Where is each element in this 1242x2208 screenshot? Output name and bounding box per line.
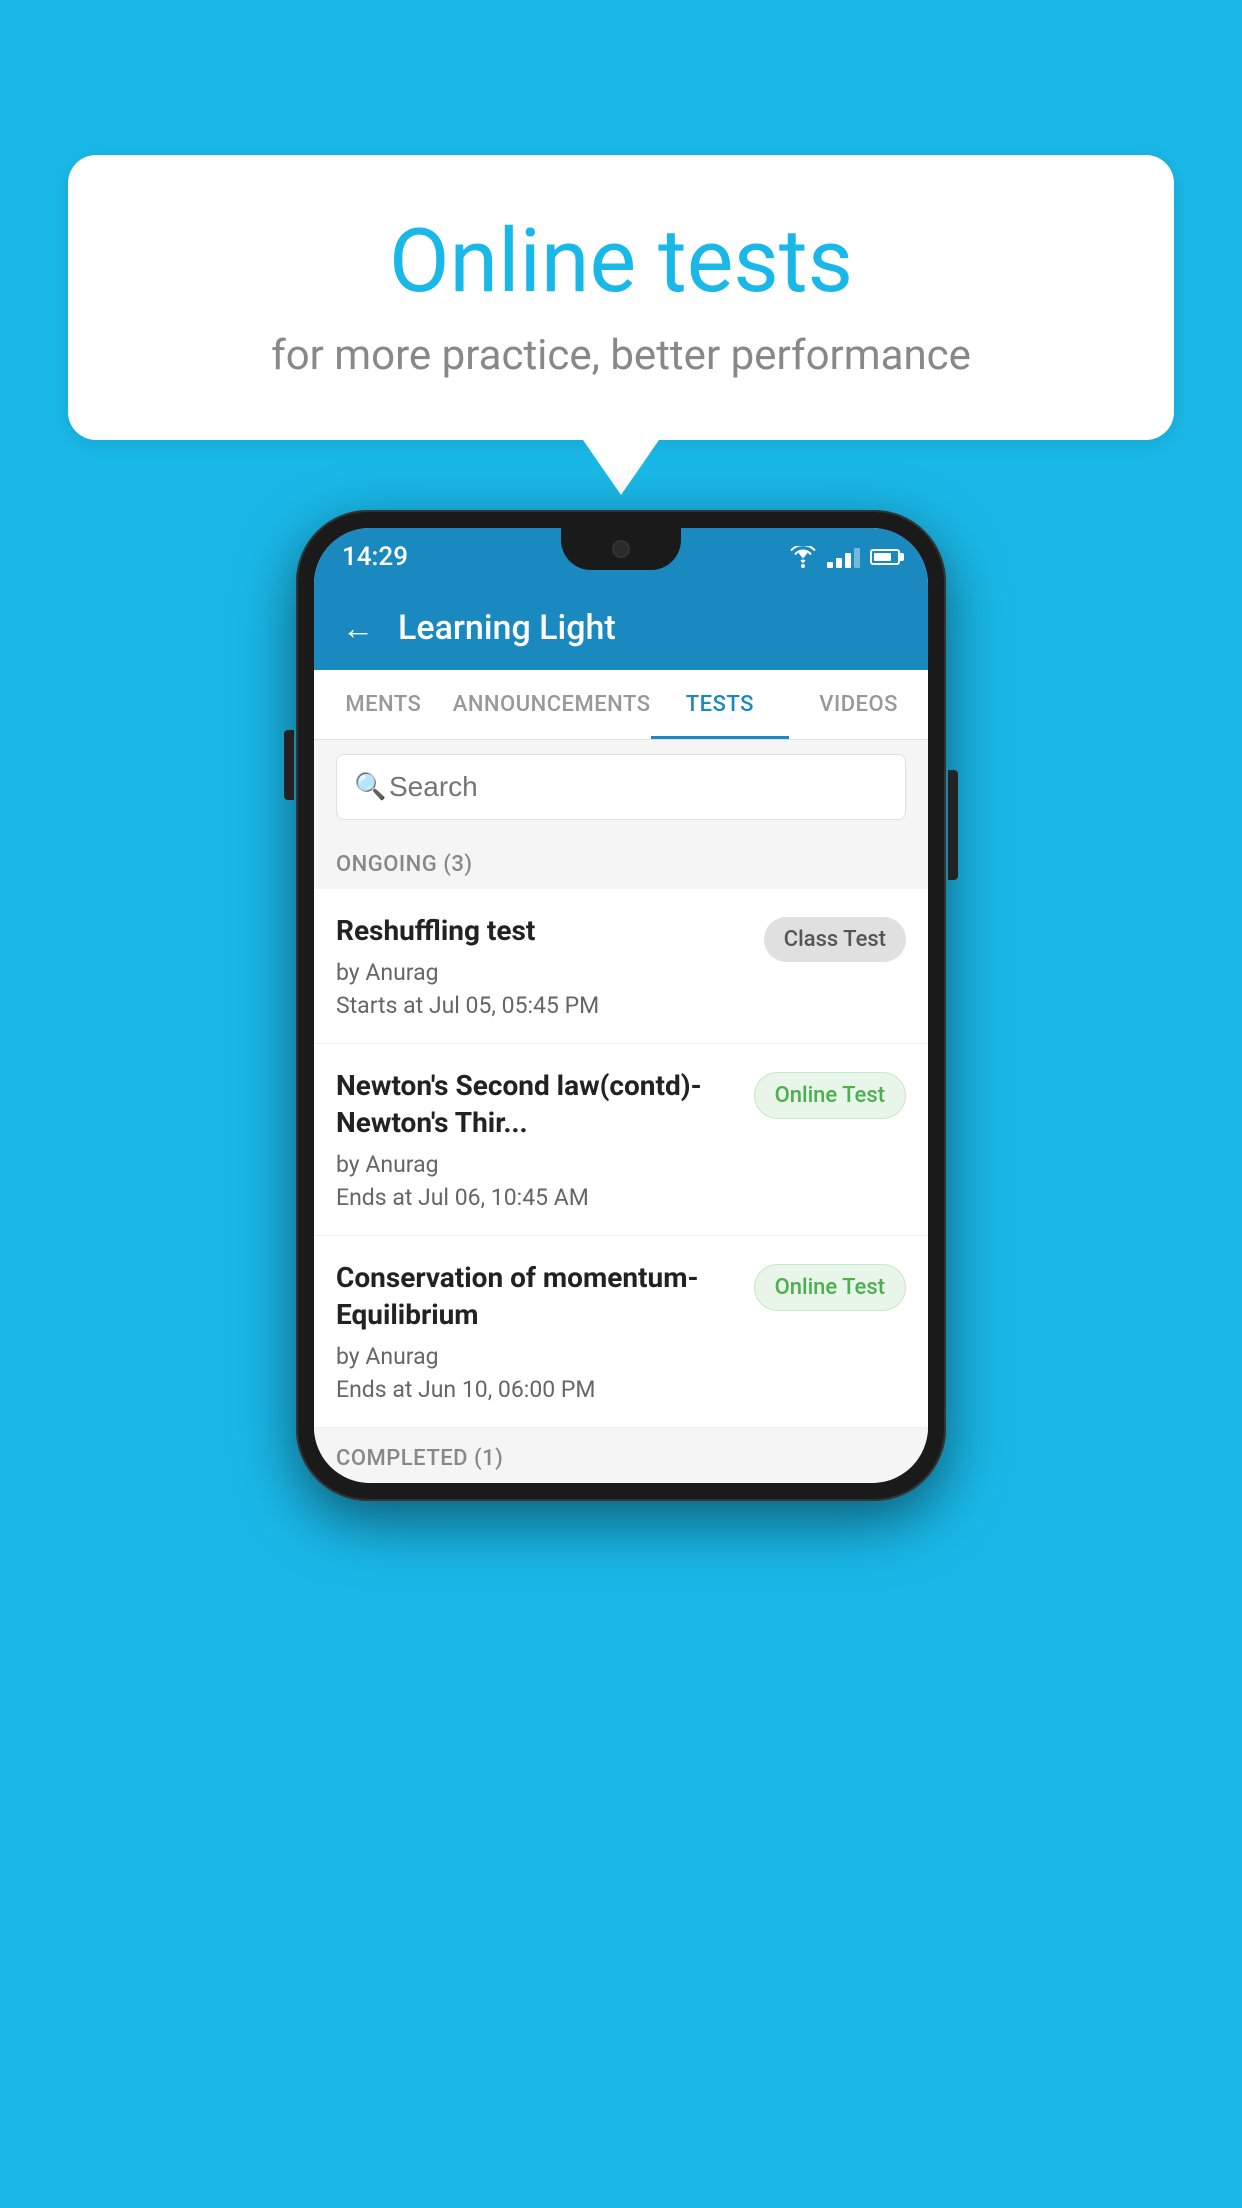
test-author: by Anurag	[336, 1343, 740, 1370]
test-badge-online: Online Test	[754, 1264, 906, 1311]
test-info: Newton's Second law(contd)-Newton's Thir…	[336, 1068, 740, 1211]
test-name: Reshuffling test	[336, 913, 750, 949]
test-item[interactable]: Conservation of momentum-Equilibrium by …	[314, 1236, 928, 1428]
tab-tests[interactable]: TESTS	[651, 670, 790, 739]
ongoing-section-label: ONGOING (3)	[314, 834, 928, 889]
wifi-icon	[789, 546, 817, 568]
status-time: 14:29	[342, 542, 408, 572]
test-badge-class: Class Test	[764, 917, 906, 962]
test-date: Ends at Jun 10, 06:00 PM	[336, 1376, 740, 1403]
hero-title: Online tests	[128, 210, 1114, 313]
phone-mockup: 14:29	[296, 510, 946, 1501]
hero-subtitle: for more practice, better performance	[128, 331, 1114, 380]
tab-announcements[interactable]: ANNOUNCEMENTS	[453, 670, 651, 739]
phone-outer: 14:29	[296, 510, 946, 1501]
test-item[interactable]: Reshuffling test by Anurag Starts at Jul…	[314, 889, 928, 1044]
tests-list: Reshuffling test by Anurag Starts at Jul…	[314, 889, 928, 1428]
app-header: ← Learning Light	[314, 586, 928, 670]
tab-ments[interactable]: MENTS	[314, 670, 453, 739]
back-button[interactable]: ←	[342, 612, 374, 644]
search-container: 🔍	[314, 740, 928, 834]
test-item[interactable]: Newton's Second law(contd)-Newton's Thir…	[314, 1044, 928, 1236]
speech-bubble-tail	[583, 440, 659, 495]
app-title: Learning Light	[398, 608, 616, 648]
search-wrapper: 🔍	[336, 754, 906, 820]
test-badge-online: Online Test	[754, 1072, 906, 1119]
battery-fill	[874, 553, 891, 561]
test-name: Conservation of momentum-Equilibrium	[336, 1260, 740, 1333]
test-info: Reshuffling test by Anurag Starts at Jul…	[336, 913, 750, 1019]
phone-inner: 14:29	[314, 528, 928, 1483]
test-date: Starts at Jul 05, 05:45 PM	[336, 992, 750, 1019]
battery-icon	[870, 549, 900, 565]
signal-bars-icon	[827, 546, 860, 568]
tabs-container: MENTS ANNOUNCEMENTS TESTS VIDEOS	[314, 670, 928, 740]
tab-videos[interactable]: VIDEOS	[789, 670, 928, 739]
test-author: by Anurag	[336, 1151, 740, 1178]
search-icon: 🔍	[354, 772, 386, 802]
test-date: Ends at Jul 06, 10:45 AM	[336, 1184, 740, 1211]
phone-notch	[561, 528, 681, 570]
speech-bubble: Online tests for more practice, better p…	[68, 155, 1174, 440]
phone-camera	[612, 540, 630, 558]
test-info: Conservation of momentum-Equilibrium by …	[336, 1260, 740, 1403]
test-name: Newton's Second law(contd)-Newton's Thir…	[336, 1068, 740, 1141]
status-icons	[789, 546, 900, 568]
completed-section-label: COMPLETED (1)	[314, 1428, 928, 1483]
search-input[interactable]	[336, 754, 906, 820]
test-author: by Anurag	[336, 959, 750, 986]
hero-section: Online tests for more practice, better p…	[68, 155, 1174, 495]
